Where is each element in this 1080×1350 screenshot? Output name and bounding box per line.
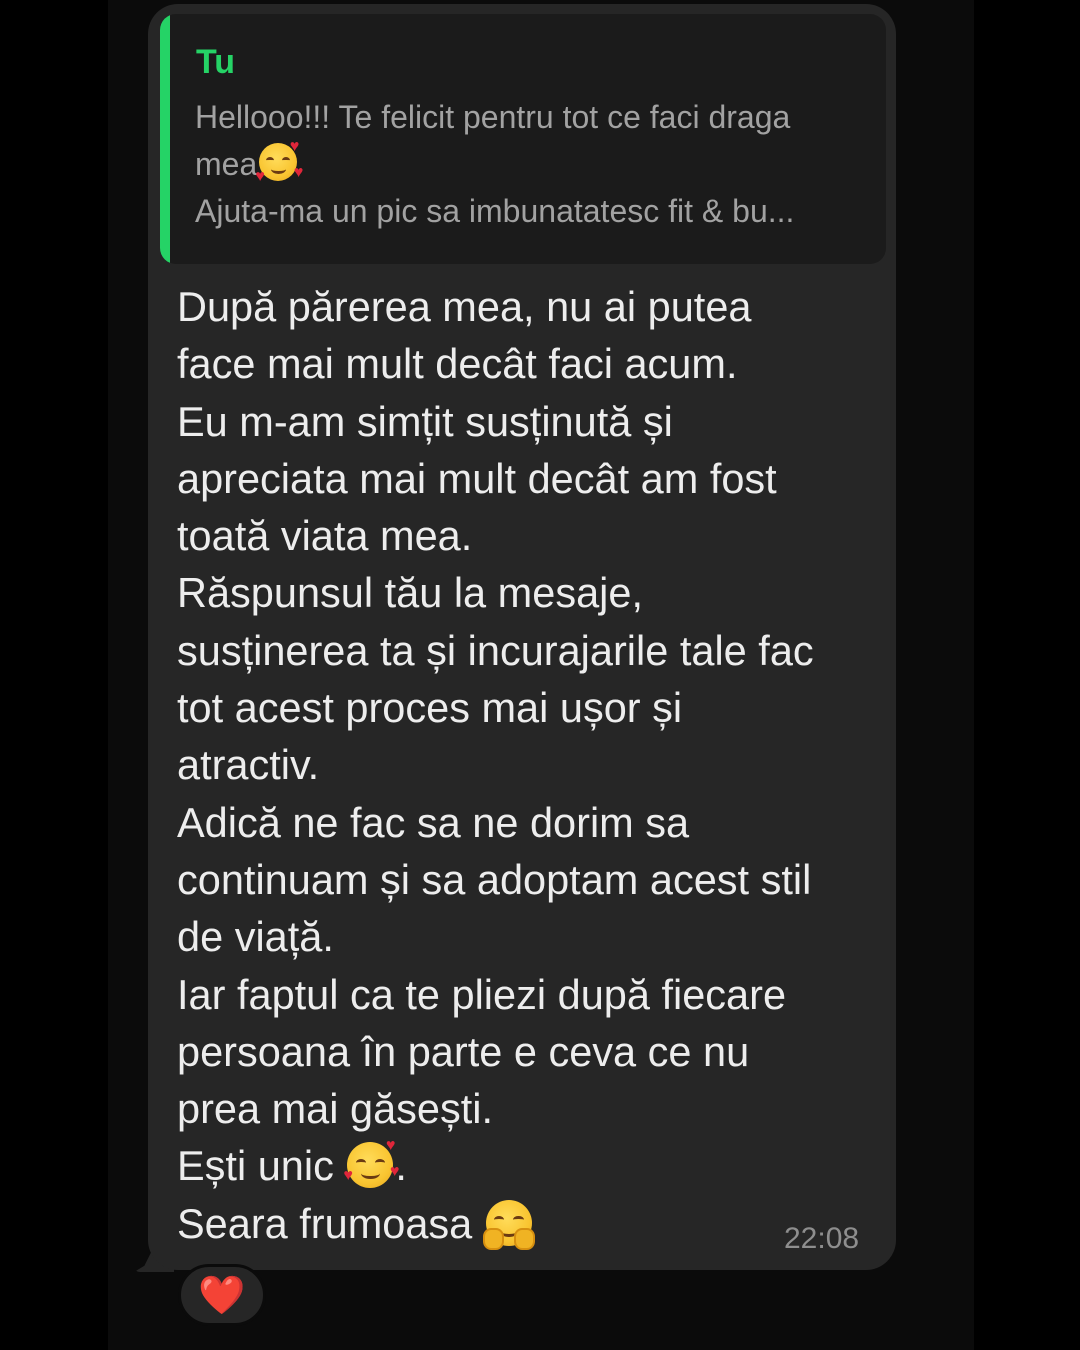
quote-text: Hellooo!!! Te felicit pentru tot ce faci… — [195, 94, 880, 235]
message-line: Iar faptul ca te pliezi după fiecare — [177, 970, 787, 1018]
message-line: atractiv. — [177, 741, 320, 789]
message-line: toată viata mea. — [177, 512, 473, 560]
message-line: continuam și sa adoptam acest stil — [177, 855, 812, 903]
message-line: prea mai găsești. — [177, 1085, 494, 1133]
message-line: Seara frumoasa — [177, 1199, 473, 1247]
quote-accent-bar — [160, 14, 170, 264]
quote-line: mea — [195, 146, 258, 182]
chat-screen: Tu Hellooo!!! Te felicit pentru tot ce f… — [0, 0, 1080, 1350]
message-line: apreciata mai mult decât am fost — [177, 454, 777, 502]
red-heart-icon: ❤️ — [198, 1273, 246, 1317]
quote-line-with-emoji: mea ♥ ♥ ♥ — [195, 138, 880, 188]
message-line: Răspunsul tău la mesaje, — [177, 569, 643, 617]
smiling-face-with-hearts-icon: ♥ ♥ ♥ — [343, 1138, 399, 1189]
message-line: Adică ne fac sa ne dorim sa — [177, 798, 690, 846]
message-line: Ești unic — [177, 1142, 334, 1190]
message-line-unic: Ești unic ♥ ♥ ♥. — [177, 1137, 877, 1194]
message-line: face mai mult decât faci acum. — [177, 340, 738, 388]
message-line-seara: Seara frumoasa — [177, 1195, 877, 1252]
message-line: După părerea mea, nu ai putea — [177, 283, 752, 330]
smiling-face-with-hearts-icon: ♥ ♥ ♥ — [255, 138, 304, 185]
quote-author: Tu — [196, 43, 236, 81]
message-text: După părerea mea, nu ai putea face mai m… — [177, 278, 877, 1252]
message-line: Eu m-am simțit susținută și — [177, 397, 673, 445]
message-line: tot acest proces mai ușor și — [177, 684, 683, 732]
hugging-face-icon — [483, 1199, 535, 1250]
reply-quote[interactable]: Tu Hellooo!!! Te felicit pentru tot ce f… — [160, 14, 886, 264]
message-timestamp: 22:08 — [784, 1222, 860, 1255]
message-line: persoana în parte e ceva ce nu — [177, 1027, 750, 1075]
message-line: de viață. — [177, 913, 334, 961]
quote-line: Hellooo!!! Te felicit pentru tot ce faci… — [195, 99, 791, 135]
message-line: susținerea ta și incurajarile tale fac — [177, 626, 814, 674]
reaction-badge[interactable]: ❤️ — [178, 1264, 266, 1326]
quote-line: Ajuta-ma un pic sa imbunatatesc fit & bu… — [195, 193, 795, 229]
